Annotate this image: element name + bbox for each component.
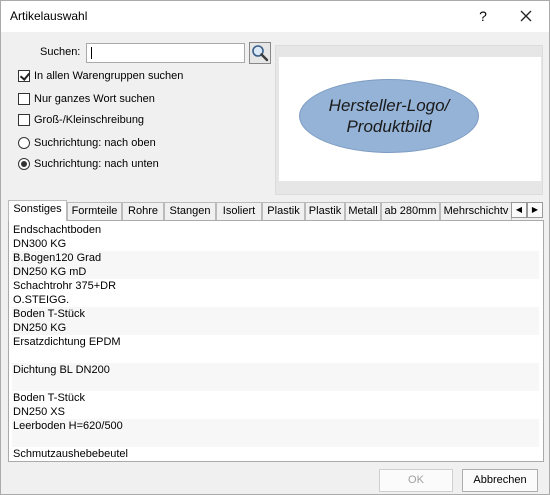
list-item-line1: Schachtrohr 375+DR — [13, 280, 117, 292]
list-item-line1: Leerboden H=620/500 — [13, 420, 123, 432]
list-item[interactable]: Dichtung BL DN200 — [12, 363, 539, 391]
list-item-line1: Schmutzaushebebeutel — [13, 448, 128, 459]
list-item[interactable]: Boden T-Stück DN250 KG — [12, 307, 539, 335]
tab-sonstiges[interactable]: Sonstiges — [8, 200, 67, 221]
checkbox-case-sensitive[interactable] — [18, 114, 30, 126]
list-item[interactable]: Leerboden H=620/500 — [12, 419, 539, 447]
list-item[interactable]: Endschachtboden DN300 KG — [12, 223, 539, 251]
list-item-line2: DN300 KG — [13, 238, 67, 250]
list-item-line2: DN250 XS — [13, 406, 65, 418]
article-list[interactable]: Endschachtboden DN300 KG B.Bogen120 Grad… — [8, 220, 544, 462]
list-item[interactable]: Ersatzdichtung EPDM — [12, 335, 539, 363]
title-bar: Artikelauswahl ? — [1, 1, 549, 32]
search-button[interactable] — [249, 42, 271, 64]
window-title: Artikelauswahl — [10, 9, 88, 23]
tab-isoliert[interactable]: Isoliert — [216, 202, 262, 220]
option-direction-down-label: Suchrichtung: nach unten — [34, 158, 159, 170]
dialog-window: Artikelauswahl ? Suchen: In allen Wareng… — [0, 0, 550, 495]
close-button[interactable] — [513, 5, 539, 27]
help-button[interactable]: ? — [473, 5, 493, 27]
list-item-line1: Dichtung BL DN200 — [13, 364, 110, 376]
tab-metall[interactable]: Metall — [345, 202, 381, 220]
list-item[interactable]: Schachtrohr 375+DR O.STEIGG. — [12, 279, 539, 307]
tab-stangen[interactable]: Stangen — [164, 202, 216, 220]
option-whole-word-label: Nur ganzes Wort suchen — [34, 93, 155, 105]
checkbox-whole-word[interactable] — [18, 93, 30, 105]
list-item-line2: DN250 KG — [13, 322, 67, 334]
close-icon — [520, 10, 532, 22]
list-item[interactable]: Schmutzaushebebeutel — [12, 447, 539, 459]
list-item-line1: Endschachtboden — [13, 224, 102, 236]
option-all-groups[interactable]: In allen Warengruppen suchen — [18, 69, 183, 83]
list-item[interactable]: Boden T-Stück DN250 XS — [12, 391, 539, 419]
option-case-sensitive[interactable]: Groß-/Kleinschreibung — [18, 113, 144, 127]
checkbox-all-groups[interactable] — [18, 70, 30, 82]
logo-text: Hersteller-Logo/ Produktbild — [329, 95, 450, 137]
option-case-sensitive-label: Groß-/Kleinschreibung — [34, 114, 145, 126]
search-label: Suchen: — [40, 46, 81, 58]
tab-mehrschichtv[interactable]: Mehrschichtv — [440, 202, 512, 220]
tab-strip: Sonstiges Formteile Rohre Stangen Isolie… — [8, 200, 544, 221]
logo-text-line2: Produktbild — [346, 117, 432, 136]
list-item-line1: Boden T-Stück — [13, 308, 85, 320]
option-direction-up[interactable]: Suchrichtung: nach oben — [18, 136, 156, 150]
logo-placeholder: Hersteller-Logo/ Produktbild — [299, 79, 479, 153]
search-input[interactable] — [86, 43, 245, 63]
logo-panel: Hersteller-Logo/ Produktbild — [275, 45, 543, 195]
logo-text-line1: Hersteller-Logo/ — [328, 96, 450, 115]
list-item-line2: O.STEIGG. — [13, 294, 70, 306]
list-item-line1: B.Bogen120 Grad — [13, 252, 102, 264]
option-direction-down[interactable]: Suchrichtung: nach unten — [18, 157, 159, 171]
text-caret — [91, 47, 92, 59]
tab-plastik-2[interactable]: Plastik — [305, 202, 345, 220]
list-item-line1: Boden T-Stück — [13, 392, 85, 404]
article-list-content: Endschachtboden DN300 KG B.Bogen120 Grad… — [12, 223, 539, 459]
radio-direction-down[interactable] — [18, 158, 30, 170]
tab-scroll-right[interactable]: ▶ — [527, 202, 543, 218]
tab-ab-280mm[interactable]: ab 280mm — [381, 202, 440, 220]
magnifier-icon — [252, 45, 269, 62]
cancel-button[interactable]: Abbrechen — [462, 469, 538, 492]
list-item[interactable]: B.Bogen120 Grad DN250 KG mD — [12, 251, 539, 279]
list-item-line2: DN250 KG mD — [13, 266, 87, 278]
option-whole-word[interactable]: Nur ganzes Wort suchen — [18, 92, 155, 106]
ok-button[interactable]: OK — [379, 469, 453, 492]
tab-scroll-left[interactable]: ◀ — [511, 202, 527, 218]
logo-area: Hersteller-Logo/ Produktbild — [279, 57, 541, 181]
tab-plastik-1[interactable]: Plastik — [262, 202, 305, 220]
radio-direction-up[interactable] — [18, 137, 30, 149]
option-all-groups-label: In allen Warengruppen suchen — [34, 70, 184, 82]
tab-formteile[interactable]: Formteile — [67, 202, 122, 220]
option-direction-up-label: Suchrichtung: nach oben — [34, 137, 156, 149]
tab-rohre[interactable]: Rohre — [122, 202, 164, 220]
list-item-line1: Ersatzdichtung EPDM — [13, 336, 121, 348]
